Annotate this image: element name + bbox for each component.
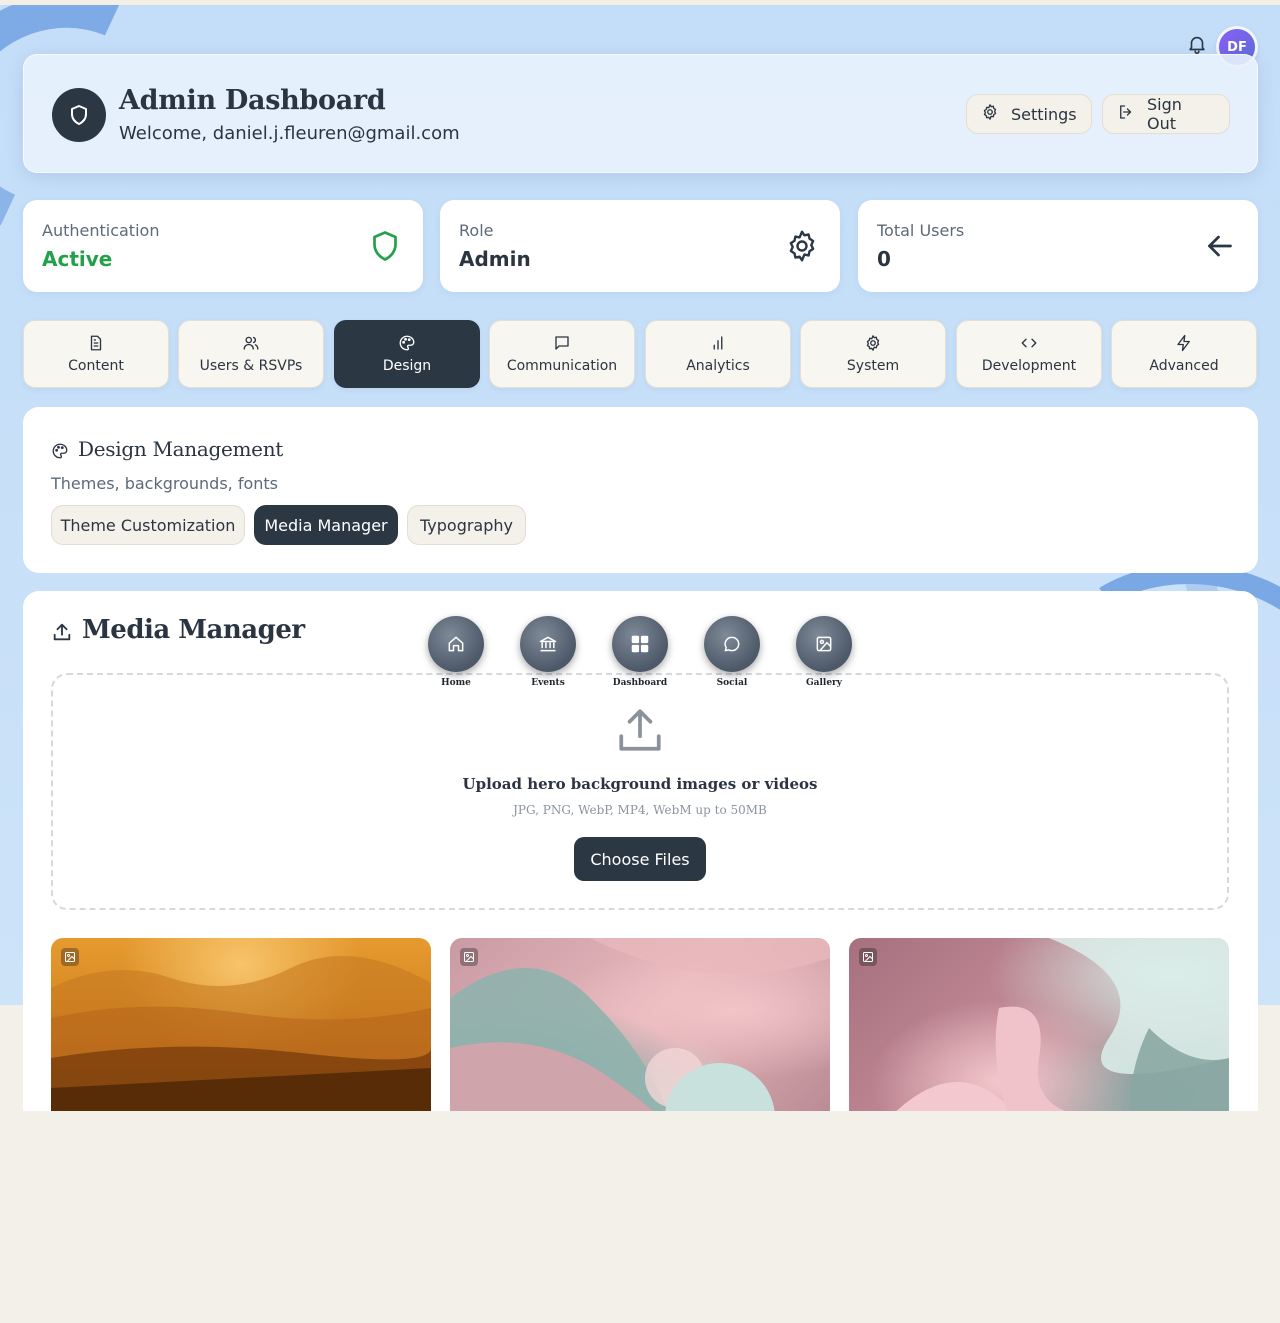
design-management-panel: Design Management Themes, backgrounds, f… [23, 407, 1258, 573]
sign-out-label: Sign Out [1147, 95, 1182, 133]
nav-label: Home [441, 678, 471, 688]
tab-development[interactable]: Development [956, 320, 1102, 388]
sign-out-button[interactable]: Sign Out [1102, 94, 1230, 134]
grid-icon [612, 616, 668, 672]
stat-value: Active [42, 247, 113, 271]
image-icon [859, 948, 877, 966]
users-icon [243, 336, 259, 350]
image-icon [460, 948, 478, 966]
lightning-icon [1177, 334, 1190, 352]
upload-dropzone[interactable]: Upload hero background images or videos … [51, 673, 1229, 910]
tab-content[interactable]: Content [23, 320, 169, 388]
floating-nav-events[interactable]: Events [520, 616, 576, 688]
subtab-typography[interactable]: Typography [407, 505, 526, 545]
stat-value: Admin [459, 247, 531, 271]
nav-label: Social [716, 678, 748, 688]
nav-label: Dashboard [612, 678, 668, 688]
admin-header: Admin Dashboard Welcome, daniel.j.fleure… [23, 54, 1258, 173]
image-icon [61, 948, 79, 966]
gear-icon [866, 335, 880, 351]
message-icon [555, 336, 569, 350]
settings-label: Settings [1011, 104, 1077, 124]
floating-nav-home[interactable]: Home [428, 616, 484, 688]
upload-icon [53, 623, 71, 641]
stat-card-role: Role Admin [440, 200, 840, 292]
floating-nav-social[interactable]: Social [704, 616, 760, 688]
code-icon [1021, 338, 1037, 348]
palette-icon [52, 443, 68, 459]
bank-icon [520, 616, 576, 672]
section-subtitle: Themes, backgrounds, fonts [51, 474, 279, 493]
subtab-theme-customization[interactable]: Theme Customization [51, 505, 245, 545]
tab-label: Analytics [686, 358, 750, 374]
tab-communication[interactable]: Communication [489, 320, 635, 388]
subtab-media-manager[interactable]: Media Manager [254, 505, 398, 545]
shield-logo-icon [52, 88, 106, 142]
vineyard-image [51, 956, 431, 1111]
floating-nav-dashboard[interactable]: Dashboard [612, 616, 668, 688]
floating-nav-gallery[interactable]: Gallery [796, 616, 852, 688]
gear-icon [981, 103, 999, 125]
nav-label: Gallery [805, 678, 843, 688]
arrow-left-icon [1202, 228, 1238, 264]
section-title: Design Management [78, 437, 284, 461]
media-thumbnail[interactable] [51, 938, 431, 1111]
tab-label: System [846, 358, 900, 374]
tab-label: Design [382, 358, 432, 374]
tab-system[interactable]: System [800, 320, 946, 388]
upload-title: Upload hero background images or videos [462, 775, 818, 793]
home-icon [428, 616, 484, 672]
stat-label: Total Users [877, 221, 965, 240]
document-icon [90, 335, 102, 351]
abstract-image [896, 938, 1229, 1111]
gear-icon [784, 228, 820, 264]
tab-design[interactable]: Design [334, 320, 480, 388]
upload-hint: JPG, PNG, WebP, MP4, WebM up to 50MB [513, 803, 767, 817]
media-thumbnail[interactable] [849, 938, 1229, 1111]
welcome-text: Welcome, daniel.j.fleuren@gmail.com [119, 123, 460, 144]
tab-label: Development [981, 358, 1077, 374]
stat-label: Role [459, 221, 494, 240]
choose-files-button[interactable]: Choose Files [574, 837, 706, 881]
stat-card-authentication: Authentication Active [23, 200, 423, 292]
page-title: Admin Dashboard [119, 85, 386, 116]
tab-analytics[interactable]: Analytics [645, 320, 791, 388]
palette-icon [399, 335, 415, 351]
sign-out-icon [1117, 103, 1135, 125]
tab-label: Communication [506, 358, 618, 374]
stat-label: Authentication [42, 221, 160, 240]
settings-button[interactable]: Settings [966, 94, 1092, 134]
tab-label: Advanced [1149, 358, 1219, 374]
image-icon [796, 616, 852, 672]
abstract-image [450, 938, 830, 1111]
tab-advanced[interactable]: Advanced [1111, 320, 1257, 388]
nav-label: Events [531, 678, 565, 688]
media-thumbnail[interactable] [450, 938, 830, 1111]
notification-bell-icon[interactable] [1186, 32, 1208, 56]
tab-users-rsvps[interactable]: Users & RSVPs [178, 320, 324, 388]
section-title: Media Manager [82, 615, 305, 645]
tab-label: Users & RSVPs [199, 358, 303, 374]
shield-icon [367, 228, 403, 264]
upload-icon [619, 709, 661, 751]
tab-label: Content [68, 358, 124, 374]
bar-chart-icon [713, 336, 723, 350]
stat-card-total-users: Total Users 0 [858, 200, 1258, 292]
chat-icon [704, 616, 760, 672]
stat-value: 0 [877, 247, 891, 271]
